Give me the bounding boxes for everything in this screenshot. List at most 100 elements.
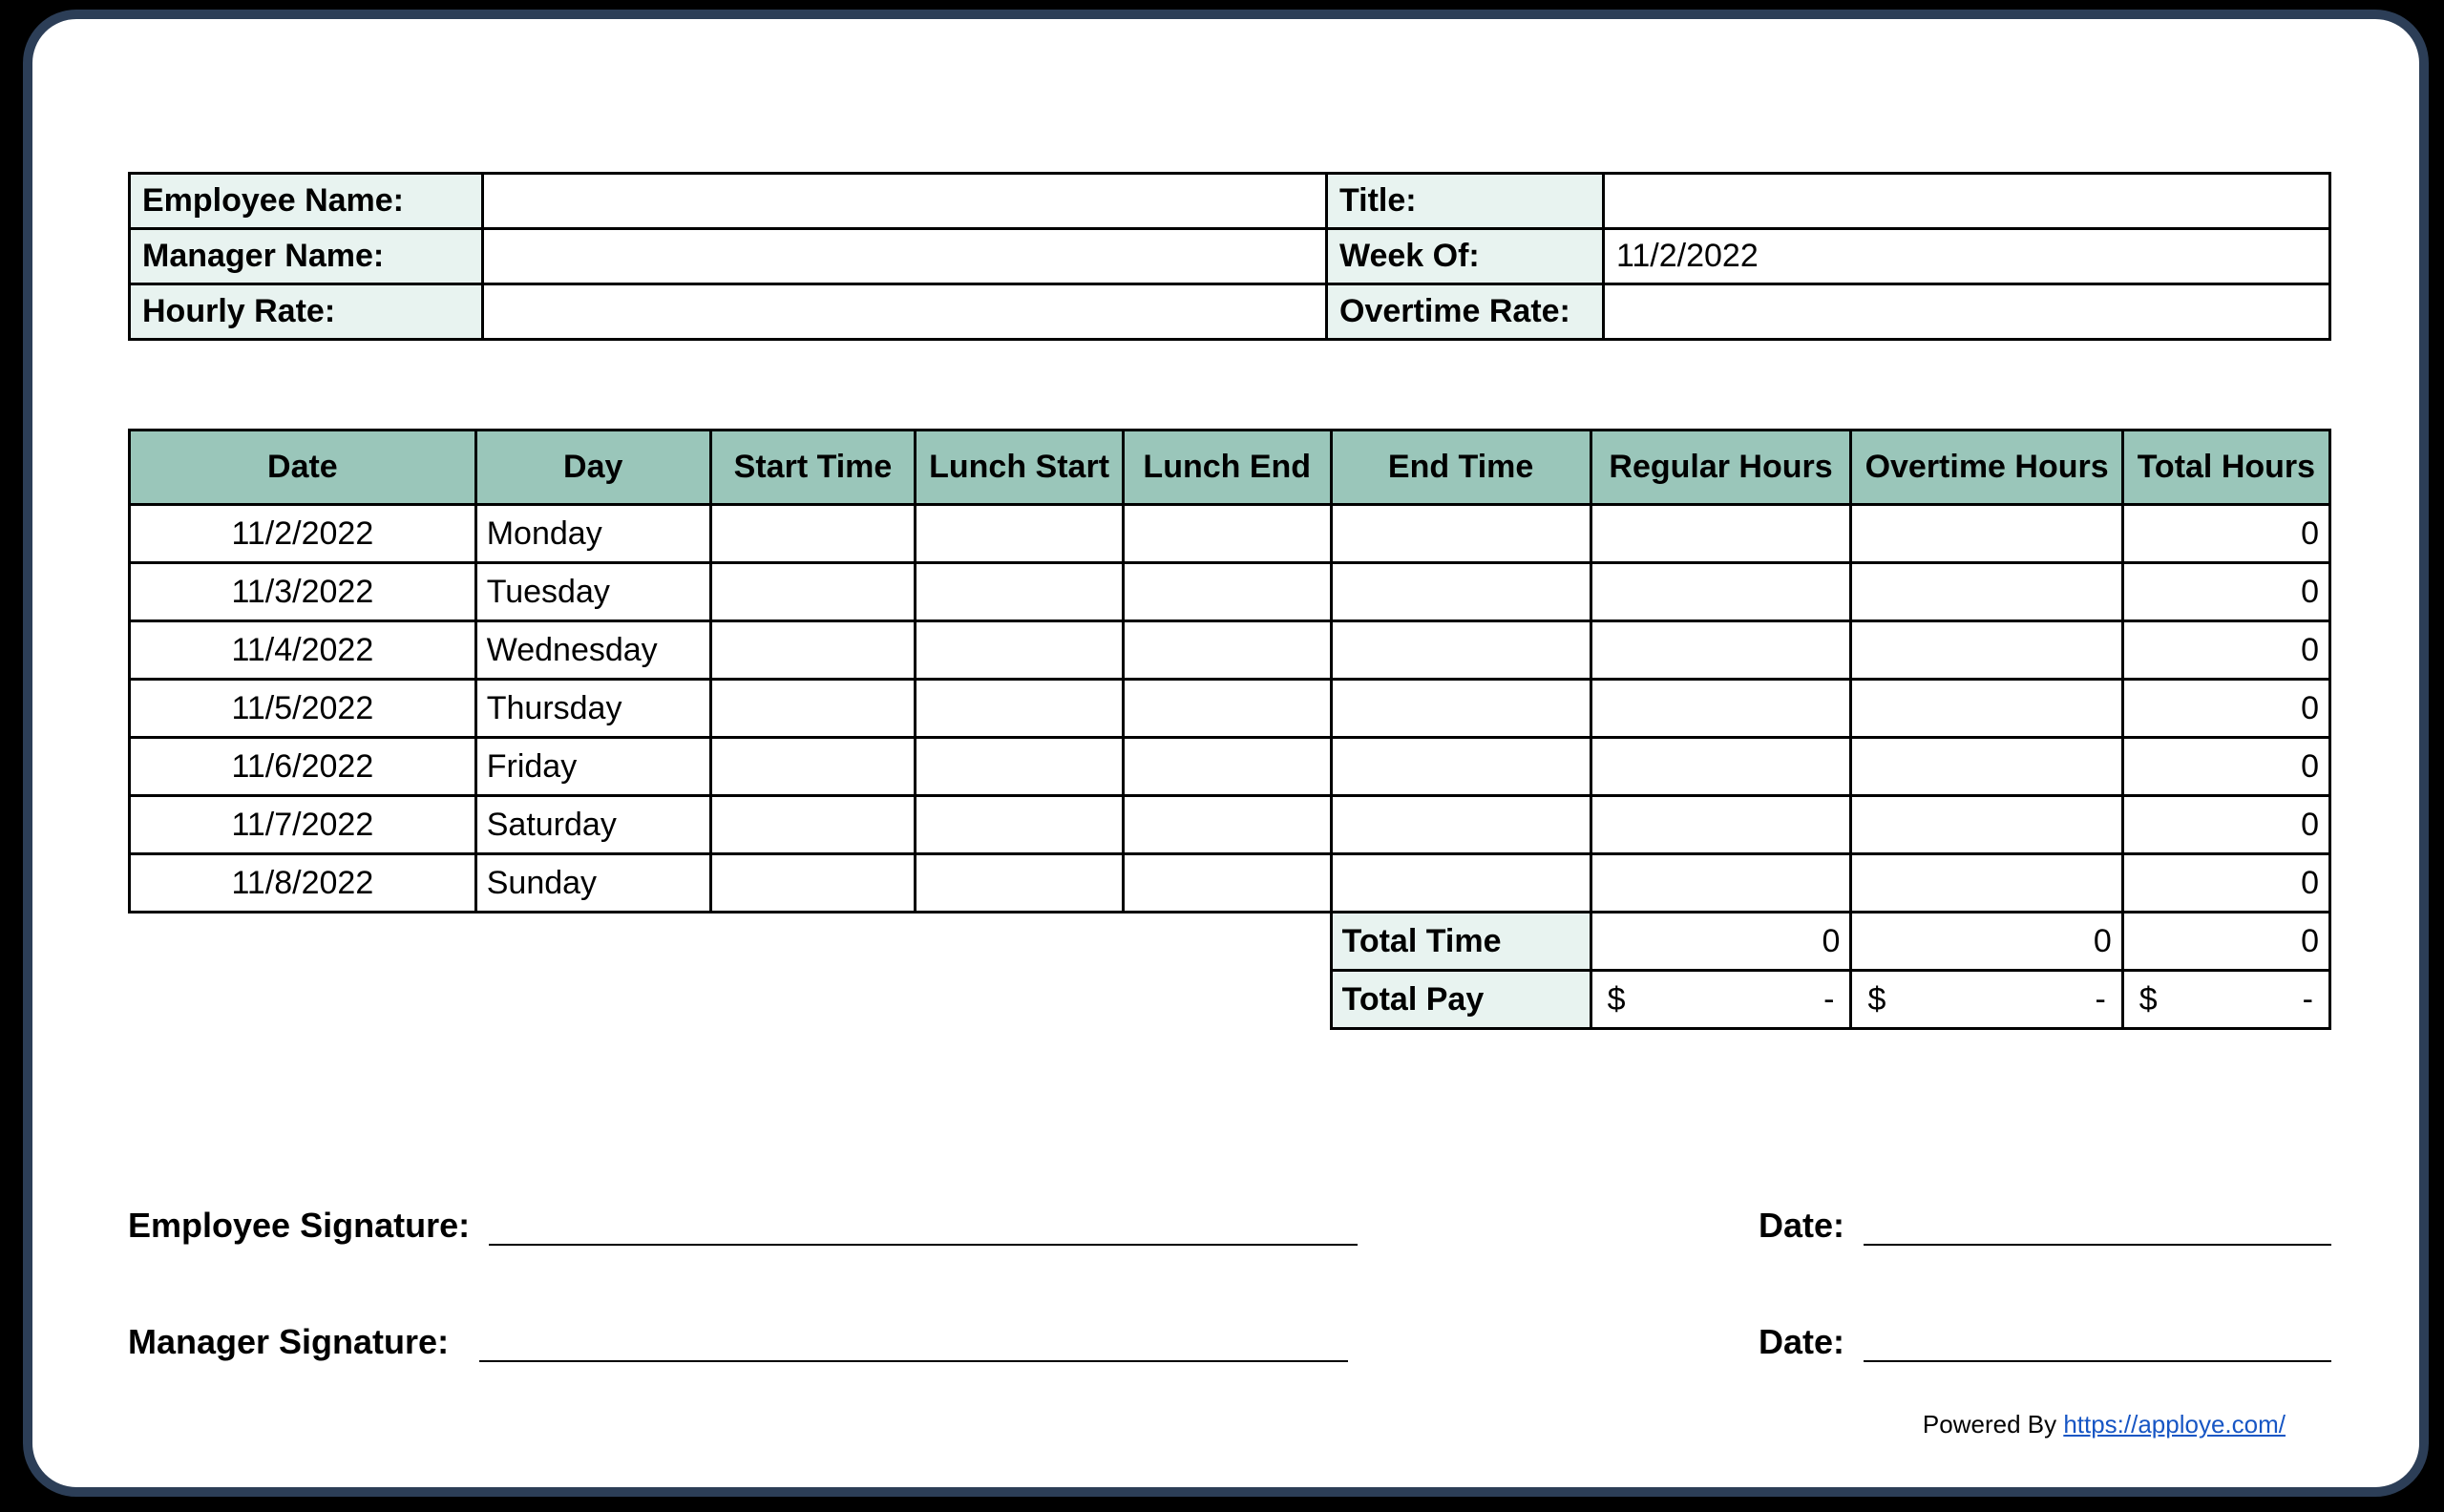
cell-lunch-start[interactable] [916, 854, 1124, 913]
table-row: 11/5/2022 Thursday 0 [130, 680, 2330, 738]
header-row: Date Day Start Time Lunch Start Lunch En… [130, 430, 2330, 505]
total-pay-regular: $ - [1591, 971, 1851, 1029]
cell-end[interactable] [1331, 738, 1591, 796]
cell-lunch-start[interactable] [916, 621, 1124, 680]
manager-signature-label: Manager Signature: [128, 1322, 449, 1362]
cell-date: 11/2/2022 [130, 505, 476, 563]
cell-day: Tuesday [475, 563, 710, 621]
total-pay-overtime: $ - [1851, 971, 2122, 1029]
info-table: Employee Name: Title: Manager Name: Week… [128, 172, 2331, 341]
cell-end[interactable] [1331, 563, 1591, 621]
cell-overtime[interactable] [1851, 505, 2122, 563]
col-lunch-start: Lunch Start [916, 430, 1124, 505]
cell-overtime[interactable] [1851, 563, 2122, 621]
cell-overtime[interactable] [1851, 796, 2122, 854]
content-wrapper: Employee Name: Title: Manager Name: Week… [32, 19, 2419, 1477]
cell-end[interactable] [1331, 505, 1591, 563]
cell-start[interactable] [710, 738, 916, 796]
manager-signature-row: Manager Signature: Date: [128, 1322, 2331, 1362]
cell-overtime[interactable] [1851, 680, 2122, 738]
cell-start[interactable] [710, 621, 916, 680]
cell-day: Thursday [475, 680, 710, 738]
cell-lunch-start[interactable] [916, 563, 1124, 621]
cell-lunch-start[interactable] [916, 738, 1124, 796]
cell-lunch-start[interactable] [916, 680, 1124, 738]
cell-lunch-end[interactable] [1123, 680, 1331, 738]
manager-date-line[interactable] [1864, 1328, 2331, 1362]
cell-date: 11/4/2022 [130, 621, 476, 680]
cell-overtime[interactable] [1851, 738, 2122, 796]
table-row: 11/4/2022 Wednesday 0 [130, 621, 2330, 680]
table-row: 11/6/2022 Friday 0 [130, 738, 2330, 796]
cell-regular[interactable] [1591, 854, 1851, 913]
cell-start[interactable] [710, 680, 916, 738]
manager-name-label: Manager Name: [130, 229, 483, 284]
cell-date: 11/8/2022 [130, 854, 476, 913]
cell-lunch-end[interactable] [1123, 505, 1331, 563]
total-time-label: Total Time [1331, 913, 1591, 971]
cell-lunch-end[interactable] [1123, 796, 1331, 854]
cell-start[interactable] [710, 854, 916, 913]
info-row-manager: Manager Name: Week Of: 11/2/2022 [130, 229, 2330, 284]
total-time-overtime: 0 [1851, 913, 2122, 971]
blank-cell [130, 971, 1332, 1029]
powered-by-link[interactable]: https://apploye.com/ [2063, 1410, 2286, 1438]
total-pay-label: Total Pay [1331, 971, 1591, 1029]
cell-end[interactable] [1331, 796, 1591, 854]
title-value[interactable] [1604, 174, 2330, 229]
cell-regular[interactable] [1591, 738, 1851, 796]
cell-start[interactable] [710, 505, 916, 563]
employee-signature-line[interactable] [489, 1211, 1358, 1246]
cell-end[interactable] [1331, 854, 1591, 913]
cell-total: 0 [2122, 621, 2329, 680]
cell-day: Friday [475, 738, 710, 796]
employee-signature-row: Employee Signature: Date: [128, 1206, 2331, 1246]
cell-overtime[interactable] [1851, 854, 2122, 913]
week-of-value[interactable]: 11/2/2022 [1604, 229, 2330, 284]
col-day: Day [475, 430, 710, 505]
col-regular-hours: Regular Hours [1591, 430, 1851, 505]
cell-start[interactable] [710, 796, 916, 854]
employee-name-value[interactable] [483, 174, 1327, 229]
blank-cell [130, 913, 1332, 971]
col-start-time: Start Time [710, 430, 916, 505]
cell-lunch-start[interactable] [916, 796, 1124, 854]
cell-end[interactable] [1331, 621, 1591, 680]
cell-overtime[interactable] [1851, 621, 2122, 680]
manager-name-value[interactable] [483, 229, 1327, 284]
cell-regular[interactable] [1591, 505, 1851, 563]
cell-day: Saturday [475, 796, 710, 854]
cell-lunch-end[interactable] [1123, 563, 1331, 621]
cell-regular[interactable] [1591, 563, 1851, 621]
week-of-label: Week Of: [1327, 229, 1604, 284]
cell-regular[interactable] [1591, 680, 1851, 738]
hourly-rate-value[interactable] [483, 284, 1327, 340]
cell-day: Sunday [475, 854, 710, 913]
currency-symbol: $ [1867, 981, 1886, 1018]
employee-name-label: Employee Name: [130, 174, 483, 229]
col-overtime-hours: Overtime Hours [1851, 430, 2122, 505]
cell-lunch-end[interactable] [1123, 854, 1331, 913]
currency-value: - [2095, 981, 2105, 1018]
cell-total: 0 [2122, 563, 2329, 621]
table-row: 11/7/2022 Saturday 0 [130, 796, 2330, 854]
manager-signature-line[interactable] [479, 1328, 1348, 1362]
cell-lunch-start[interactable] [916, 505, 1124, 563]
cell-lunch-end[interactable] [1123, 621, 1331, 680]
manager-date-label: Date: [1759, 1322, 1844, 1362]
employee-signature-label: Employee Signature: [128, 1206, 470, 1246]
footer: Powered By https://apploye.com/ [1923, 1410, 2286, 1439]
cell-regular[interactable] [1591, 621, 1851, 680]
cell-date: 11/5/2022 [130, 680, 476, 738]
info-row-rates: Hourly Rate: Overtime Rate: [130, 284, 2330, 340]
overtime-rate-value[interactable] [1604, 284, 2330, 340]
col-date: Date [130, 430, 476, 505]
cell-regular[interactable] [1591, 796, 1851, 854]
cell-end[interactable] [1331, 680, 1591, 738]
employee-date-label: Date: [1759, 1206, 1844, 1246]
cell-lunch-end[interactable] [1123, 738, 1331, 796]
cell-start[interactable] [710, 563, 916, 621]
employee-date-line[interactable] [1864, 1211, 2331, 1246]
overtime-rate-label: Overtime Rate: [1327, 284, 1604, 340]
timesheet-table: Date Day Start Time Lunch Start Lunch En… [128, 429, 2331, 1030]
